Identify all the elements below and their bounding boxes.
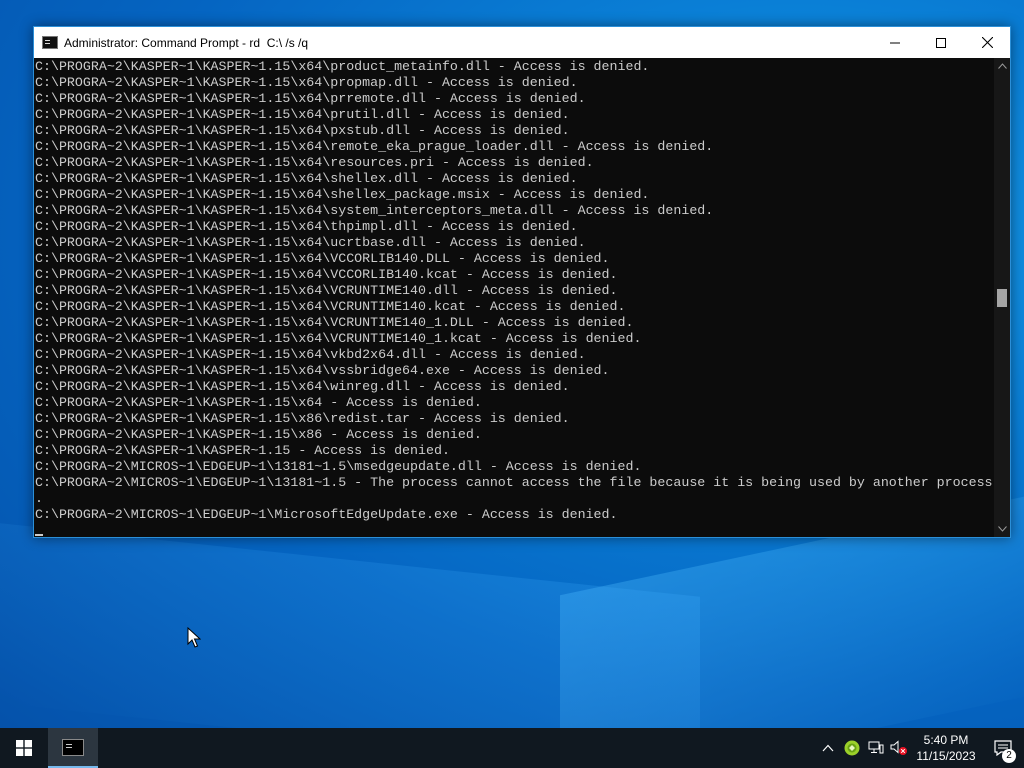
chevron-up-icon xyxy=(997,63,1007,69)
mouse-pointer-icon xyxy=(187,627,201,648)
console-line: C:\PROGRA~2\KASPER~1\KASPER~1.15\x64\VCC… xyxy=(35,267,618,282)
console-line: C:\PROGRA~2\KASPER~1\KASPER~1.15\x64\pxs… xyxy=(35,123,570,138)
console-line: C:\PROGRA~2\KASPER~1\KASPER~1.15\x64\vkb… xyxy=(35,347,586,362)
window-title: Administrator: Command Prompt - rd C:\ /… xyxy=(64,35,309,50)
security-tray-button[interactable] xyxy=(840,728,864,768)
network-tray-button[interactable] xyxy=(864,728,888,768)
console-line: C:\PROGRA~2\KASPER~1\KASPER~1.15\x64\pro… xyxy=(35,75,578,90)
console-line: . xyxy=(35,491,43,506)
chevron-up-icon xyxy=(822,744,834,752)
security-shield-icon xyxy=(844,740,860,756)
console-line: C:\PROGRA~2\KASPER~1\KASPER~1.15\x64\VCR… xyxy=(35,283,618,298)
minimize-icon xyxy=(890,42,900,43)
cmd-icon xyxy=(62,738,84,756)
command-prompt-window[interactable]: Administrator: Command Prompt - rd C:\ /… xyxy=(33,26,1011,538)
console-line: C:\PROGRA~2\KASPER~1\KASPER~1.15\x64\VCC… xyxy=(35,251,610,266)
title-bar[interactable]: Administrator: Command Prompt - rd C:\ /… xyxy=(34,27,1010,58)
action-center-button[interactable]: 2 xyxy=(982,728,1024,768)
console-line: C:\PROGRA~2\KASPER~1\KASPER~1.15\x64\win… xyxy=(35,379,570,394)
console-line: C:\PROGRA~2\KASPER~1\KASPER~1.15\x86 - A… xyxy=(35,427,482,442)
console-line: C:\PROGRA~2\KASPER~1\KASPER~1.15\x64 - A… xyxy=(35,395,482,410)
clock-date: 11/15/2023 xyxy=(916,749,976,763)
console-text: C:\PROGRA~2\KASPER~1\KASPER~1.15\x64\pro… xyxy=(34,58,994,537)
console-line: C:\PROGRA~2\KASPER~1\KASPER~1.15\x64\ucr… xyxy=(35,235,586,250)
scroll-down-button[interactable] xyxy=(994,521,1010,537)
console-line: C:\PROGRA~2\MICROS~1\EDGEUP~1\13181~1.5\… xyxy=(35,459,642,474)
console-line: C:\PROGRA~2\KASPER~1\KASPER~1.15\x64\she… xyxy=(35,171,578,186)
console-line: C:\PROGRA~2\KASPER~1\KASPER~1.15\x64\res… xyxy=(35,155,594,170)
console-line: C:\PROGRA~2\MICROS~1\EDGEUP~1\MicrosoftE… xyxy=(35,507,618,522)
console-line: C:\PROGRA~2\MICROS~1\EDGEUP~1\13181~1.5 … xyxy=(35,475,993,490)
console-line: C:\PROGRA~2\KASPER~1\KASPER~1.15\x64\VCR… xyxy=(35,315,634,330)
minimize-button[interactable] xyxy=(872,27,918,58)
volume-tray-button[interactable] xyxy=(888,728,910,768)
clock-time: 5:40 PM xyxy=(923,733,969,747)
taskbar-item-command-prompt[interactable] xyxy=(48,728,98,768)
text-cursor xyxy=(35,534,43,536)
console-line: C:\PROGRA~2\KASPER~1\KASPER~1.15\x64\thp… xyxy=(35,219,578,234)
console-line: C:\PROGRA~2\KASPER~1\KASPER~1.15\x64\VCR… xyxy=(35,299,626,314)
maximize-icon xyxy=(936,37,946,48)
console-line: C:\PROGRA~2\KASPER~1\KASPER~1.15\x64\sys… xyxy=(35,203,714,218)
close-button[interactable] xyxy=(964,27,1010,58)
console-line: C:\PROGRA~2\KASPER~1\KASPER~1.15\x64\vss… xyxy=(35,363,610,378)
vertical-scrollbar[interactable] xyxy=(994,58,1010,537)
scrollbar-thumb[interactable] xyxy=(997,288,1007,307)
console-line: C:\PROGRA~2\KASPER~1\KASPER~1.15\x64\prr… xyxy=(35,91,586,106)
notification-count-badge: 2 xyxy=(1002,749,1016,763)
console-line: C:\PROGRA~2\KASPER~1\KASPER~1.15\x86\red… xyxy=(35,411,570,426)
console-line: C:\PROGRA~2\KASPER~1\KASPER~1.15\x64\pro… xyxy=(35,59,650,74)
scroll-up-button[interactable] xyxy=(994,58,1010,74)
console-line: C:\PROGRA~2\KASPER~1\KASPER~1.15 - Acces… xyxy=(35,443,450,458)
network-icon xyxy=(868,741,884,754)
close-icon xyxy=(981,37,993,48)
console-line: C:\PROGRA~2\KASPER~1\KASPER~1.15\x64\pru… xyxy=(35,107,570,122)
console-line: C:\PROGRA~2\KASPER~1\KASPER~1.15\x64\VCR… xyxy=(35,331,642,346)
volume-muted-icon xyxy=(890,740,907,755)
system-tray: 5:40 PM 11/15/2023 2 xyxy=(816,728,1024,768)
taskbar-clock[interactable]: 5:40 PM 11/15/2023 xyxy=(910,728,982,768)
windows-logo-icon xyxy=(16,740,32,756)
console-output[interactable]: C:\PROGRA~2\KASPER~1\KASPER~1.15\x64\pro… xyxy=(34,58,994,537)
console-line: C:\PROGRA~2\KASPER~1\KASPER~1.15\x64\rem… xyxy=(35,139,714,154)
start-button[interactable] xyxy=(0,728,48,768)
chevron-down-icon xyxy=(997,526,1007,532)
console-line: C:\PROGRA~2\KASPER~1\KASPER~1.15\x64\she… xyxy=(35,187,650,202)
maximize-button[interactable] xyxy=(918,27,964,58)
taskbar: 5:40 PM 11/15/2023 2 xyxy=(0,728,1024,768)
show-hidden-icons-button[interactable] xyxy=(816,728,840,768)
window-controls xyxy=(872,27,1010,58)
cmd-icon xyxy=(42,36,58,49)
